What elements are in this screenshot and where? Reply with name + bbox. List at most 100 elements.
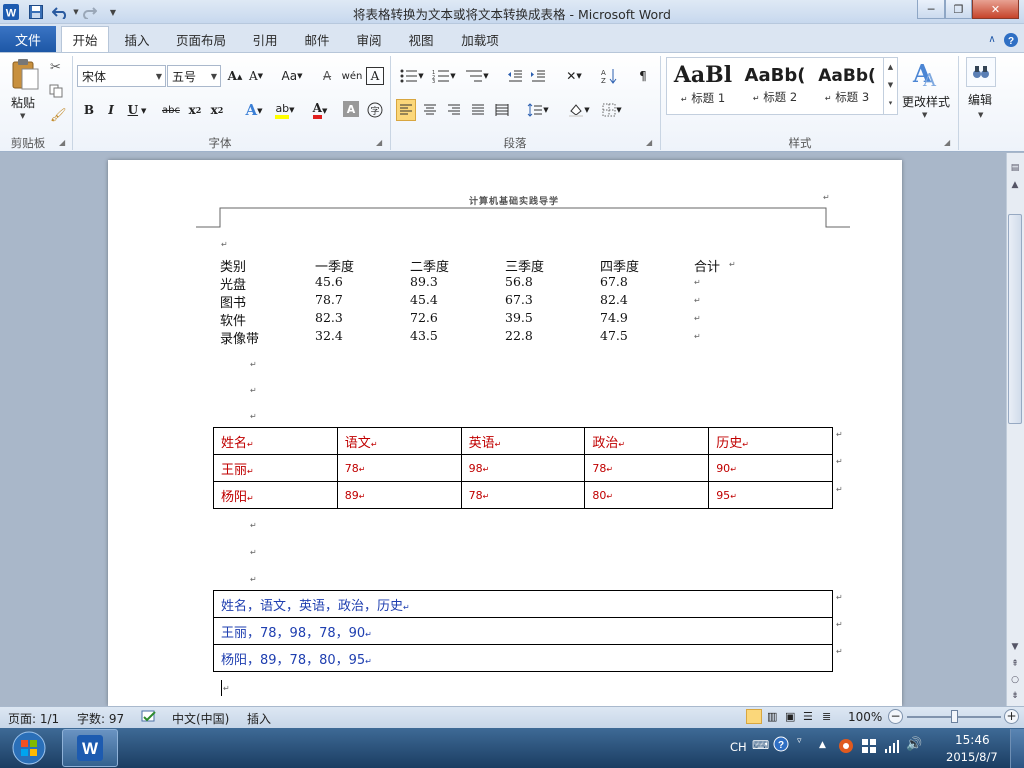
tab-addins[interactable]: 加载项 [452,27,508,52]
table-cell[interactable]: 杨阳，89，78，80，95↵ [213,644,833,672]
paste-label[interactable]: 粘贴 [11,94,35,111]
shrink-font-icon[interactable]: A ▼ [247,65,265,87]
sort-icon[interactable]: AZ [600,65,618,87]
table-cell[interactable]: 姓名↵ [213,427,338,455]
increase-indent-icon[interactable] [528,65,548,87]
justify-icon[interactable] [468,99,488,121]
table-cell[interactable]: 杨阳↵ [213,481,338,509]
editing-label[interactable]: 编辑 [968,91,992,108]
print-layout-icon[interactable] [746,709,762,724]
asian-layout-icon[interactable]: ✕ ▼ [560,65,588,87]
tab-review[interactable]: 审阅 [348,27,390,52]
align-right-icon[interactable] [444,99,464,121]
next-page-icon[interactable]: ⇟ [1007,688,1023,704]
table-cell[interactable]: 98↵ [460,454,586,482]
bold-icon[interactable]: B [80,99,98,121]
table-cell[interactable]: 政治↵ [584,427,710,455]
italic-icon[interactable]: I [102,99,120,121]
start-button[interactable] [4,729,54,767]
page-count[interactable]: 页面: 1/1 [8,710,59,727]
show-marks-icon[interactable]: ¶ [636,65,650,87]
borders-icon[interactable]: ▼ [598,99,626,121]
font-dialog-launcher-icon[interactable]: ◢ [376,138,382,147]
table-cell[interactable]: 历史↵ [708,427,833,455]
previous-page-icon[interactable]: ⇞ [1007,656,1023,672]
scroll-thumb[interactable] [1008,214,1022,424]
table-cell[interactable]: 王丽↵ [213,454,338,482]
tab-page-layout[interactable]: 页面布局 [168,27,234,52]
table-cell[interactable]: 78↵ [336,454,462,482]
style-heading-2[interactable]: AaBb( ↵ 标题 2 [743,58,807,114]
clear-formatting-icon[interactable]: A̶ [318,65,336,87]
find-binoculars-icon[interactable] [966,57,996,87]
table-cell[interactable]: 89↵ [336,481,462,509]
font-color-icon[interactable]: A ▼ [306,99,334,121]
align-center-icon[interactable] [420,99,440,121]
font-name-combo[interactable]: 宋体 ▼ [77,65,166,87]
line-spacing-icon[interactable]: ▼ [524,99,552,121]
superscript-icon[interactable]: x2 [208,99,226,121]
tab-references[interactable]: 引用 [244,27,286,52]
ruler-toggle-icon[interactable]: ▤ [1007,160,1023,176]
multilevel-list-icon[interactable]: ▼ [462,65,492,87]
comma-text-table[interactable]: 姓名，语文，英语，政治，历史↵ 王丽，78，98，78，90↵ 杨阳，89，78… [213,590,833,672]
keyboard-icon[interactable]: ⌨ [752,738,769,752]
draft-view-icon[interactable]: ≣ [822,710,831,723]
clipboard-dialog-launcher-icon[interactable]: ◢ [59,138,65,147]
table-cell[interactable]: 王丽，78，98，78，90↵ [213,617,833,645]
proofing-icon[interactable] [141,710,157,727]
zoom-level[interactable]: 100% [848,710,882,724]
action-center-icon[interactable] [861,738,877,757]
tab-home[interactable]: 开始 [61,26,109,52]
bullets-icon[interactable]: ▼ [398,65,426,87]
tab-file[interactable]: 文件 [0,26,56,52]
change-styles-dropdown-icon[interactable]: ▼ [922,111,927,119]
grow-font-icon[interactable]: A ▲ [226,65,244,87]
input-language[interactable]: CH [730,740,747,754]
distributed-icon[interactable] [492,99,512,121]
font-size-combo[interactable]: 五号 ▼ [167,65,221,87]
styles-scroll[interactable]: ▲ ▼ ▾ [883,58,897,114]
table-cell[interactable]: 90↵ [708,454,833,482]
network-icon[interactable] [884,738,900,757]
clock-time[interactable]: 15:46 [955,733,990,747]
styles-dialog-launcher-icon[interactable]: ◢ [944,138,950,147]
word-count[interactable]: 字数: 97 [77,710,124,727]
minimize-button[interactable]: ─ [917,0,945,19]
change-case-icon[interactable]: Aa ▼ [278,65,306,87]
full-screen-reading-icon[interactable]: ▥ [767,710,777,723]
style-heading-1[interactable]: AaBl ↵ 标题 1 [669,58,737,114]
table-cell[interactable]: 姓名，语文，英语，政治，历史↵ [213,590,833,618]
table-cell[interactable]: 语文↵ [336,427,462,455]
clock-date[interactable]: 2015/8/7 [946,750,998,764]
table-cell[interactable]: 78↵ [584,454,710,482]
table-cell[interactable]: 英语↵ [460,427,586,455]
strikethrough-icon[interactable]: abc [160,99,182,121]
zoom-slider-thumb[interactable] [951,710,958,723]
phonetic-guide-icon[interactable]: wén [341,65,363,87]
zoom-in-button[interactable]: + [1004,709,1019,724]
volume-icon[interactable]: 🔊 [906,737,922,752]
paragraph-dialog-launcher-icon[interactable]: ◢ [646,138,652,147]
scroll-up-icon[interactable]: ▲ [1007,177,1023,193]
web-layout-icon[interactable]: ▣ [785,710,795,723]
close-button[interactable]: ✕ [972,0,1019,19]
decrease-indent-icon[interactable] [505,65,525,87]
tab-insert[interactable]: 插入 [115,27,159,52]
scroll-down-icon[interactable]: ▼ [1007,639,1023,655]
select-browse-object-icon[interactable]: ○ [1007,672,1023,688]
minimize-ribbon-icon[interactable]: ∧ [984,27,1000,52]
taskbar-word-button[interactable]: W [62,729,118,767]
text-effects-icon[interactable]: A ▼ [240,99,268,121]
cut-icon[interactable]: ✂ [50,60,61,75]
paste-icon[interactable] [10,58,40,92]
style-heading-3[interactable]: AaBb( ↵ 标题 3 [815,58,879,114]
ime-help-icon[interactable]: ? [773,736,789,755]
subscript-icon[interactable]: x2 [186,99,204,121]
tab-mailings[interactable]: 邮件 [296,27,338,52]
enclose-characters-icon[interactable]: 字 [365,99,385,121]
table-cell[interactable]: 78↵ [460,481,586,509]
copy-icon[interactable] [49,84,63,101]
align-left-icon[interactable] [396,99,416,121]
editing-dropdown-icon[interactable]: ▼ [978,111,983,119]
